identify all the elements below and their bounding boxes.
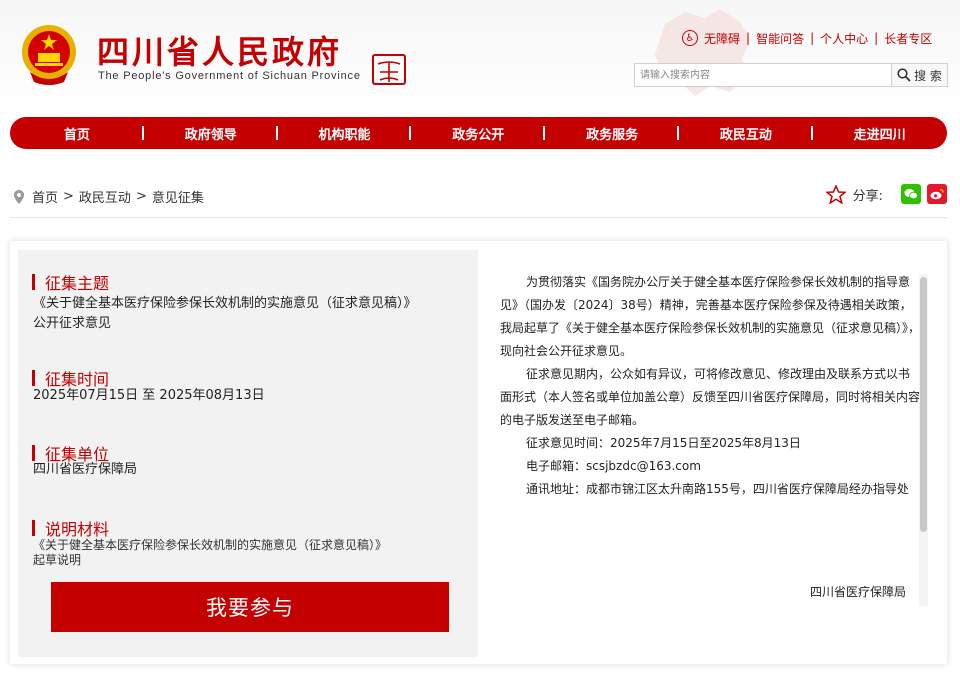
nav-item-home[interactable]: 首页 (10, 124, 144, 143)
notice-scrollbar[interactable] (919, 274, 928, 606)
topic-text: 《关于健全基本医疗保险参保长效机制的实施意见（征求意见稿）》 公开征求意见 (33, 296, 417, 331)
seal-logo (372, 54, 406, 85)
breadcrumb-current: 意见征集 (151, 191, 204, 206)
consultation-info: 征集主题 《关于健全基本医疗保险参保长效机制的实施意见（征求意见稿）》 公开征求… (18, 250, 478, 657)
notice-email-line: 电子邮箱：scsjbzdc@163.com (526, 459, 701, 473)
site-title: 四川省人民政府 (97, 33, 343, 71)
join-button[interactable]: 我要参与 (51, 582, 449, 632)
topic-heading: 征集主题 (32, 270, 109, 294)
nav-item-leaders[interactable]: 政府领导 (144, 124, 278, 143)
accessibility-icon[interactable]: ♿ (682, 30, 698, 46)
top-link-elderly[interactable]: 长者专区 (884, 30, 932, 47)
top-link-accessibility[interactable]: 无障碍 (704, 30, 740, 47)
breadcrumb-bar: 首页 > 政民互动 > 意见征集 分享: (10, 180, 947, 218)
site-subtitle: The People's Government of Sichuan Provi… (98, 70, 361, 82)
breadcrumb-home[interactable]: 首页 (32, 187, 58, 206)
notice-text: 为贯彻落实《国务院办公厅关于健全基本医疗保险参保长效机制的指导意见》（国办发〔2… (500, 271, 920, 611)
search-button[interactable]: 搜 索 (891, 64, 947, 86)
star-icon[interactable] (825, 184, 846, 204)
notice-time-line: 征求意见时间：2025年7月15日至2025年8月13日 (526, 436, 801, 450)
materials-link[interactable]: 《关于健全基本医疗保险参保长效机制的实施意见（征求意见稿）》 起草说明 (33, 538, 387, 568)
top-link-qa[interactable]: 智能问答 (756, 30, 804, 47)
notice-signature: 四川省医疗保障局 (810, 585, 907, 599)
breadcrumb: 首页 > 政民互动 > 意见征集 (14, 187, 204, 206)
time-text: 2025年07月15日 至 2025年08月13日 (33, 388, 265, 403)
notice-paragraph-1: 为贯彻落实《国务院办公厅关于健全基本医疗保险参保长效机制的指导意见》（国办发〔2… (500, 275, 921, 358)
top-links: ♿ 无障碍 | 智能问答 | 个人中心 | 长者专区 (682, 28, 932, 48)
nav-item-functions[interactable]: 机构职能 (278, 124, 412, 143)
search-button-label: 搜 索 (914, 68, 942, 83)
search-icon (897, 68, 911, 82)
search-box: 搜 索 (634, 63, 948, 87)
weibo-icon[interactable] (927, 184, 947, 204)
wechat-icon[interactable] (901, 184, 921, 204)
scrollbar-thumb[interactable] (920, 277, 927, 532)
nav-item-affairs-open[interactable]: 政务公开 (411, 124, 545, 143)
location-pin-icon (14, 189, 24, 204)
main-nav: 首页 政府领导 机构职能 政务公开 政务服务 政民互动 走进四川 (10, 117, 947, 149)
site-header: 四川省人民政府 The People's Government of Sichu… (0, 0, 960, 110)
unit-text: 四川省医疗保障局 (33, 462, 138, 477)
consultation-panel: 征集主题 《关于健全基本医疗保险参保长效机制的实施意见（征求意见稿）》 公开征求… (10, 241, 947, 664)
share-label: 分享: (852, 188, 883, 204)
share-bar: 分享: (825, 184, 947, 204)
top-link-personal-center[interactable]: 个人中心 (820, 30, 868, 47)
notice-address-line: 通讯地址：成都市锦江区太升南路155号，四川省医疗保障局经办指导处 (526, 482, 909, 496)
nav-item-about-sichuan[interactable]: 走进四川 (813, 124, 947, 143)
breadcrumb-interaction[interactable]: 政民互动 (79, 187, 131, 206)
nav-item-interaction[interactable]: 政民互动 (679, 124, 813, 143)
nav-item-services[interactable]: 政务服务 (545, 124, 679, 143)
emblem-icon (22, 25, 76, 85)
notice-paragraph-2: 征求意见期内，公众如有异议，可将修改意见、修改理由及联系方式以书面形式（本人签名… (500, 367, 921, 427)
materials-heading: 说明材料 (32, 516, 109, 540)
search-input[interactable] (635, 64, 891, 86)
